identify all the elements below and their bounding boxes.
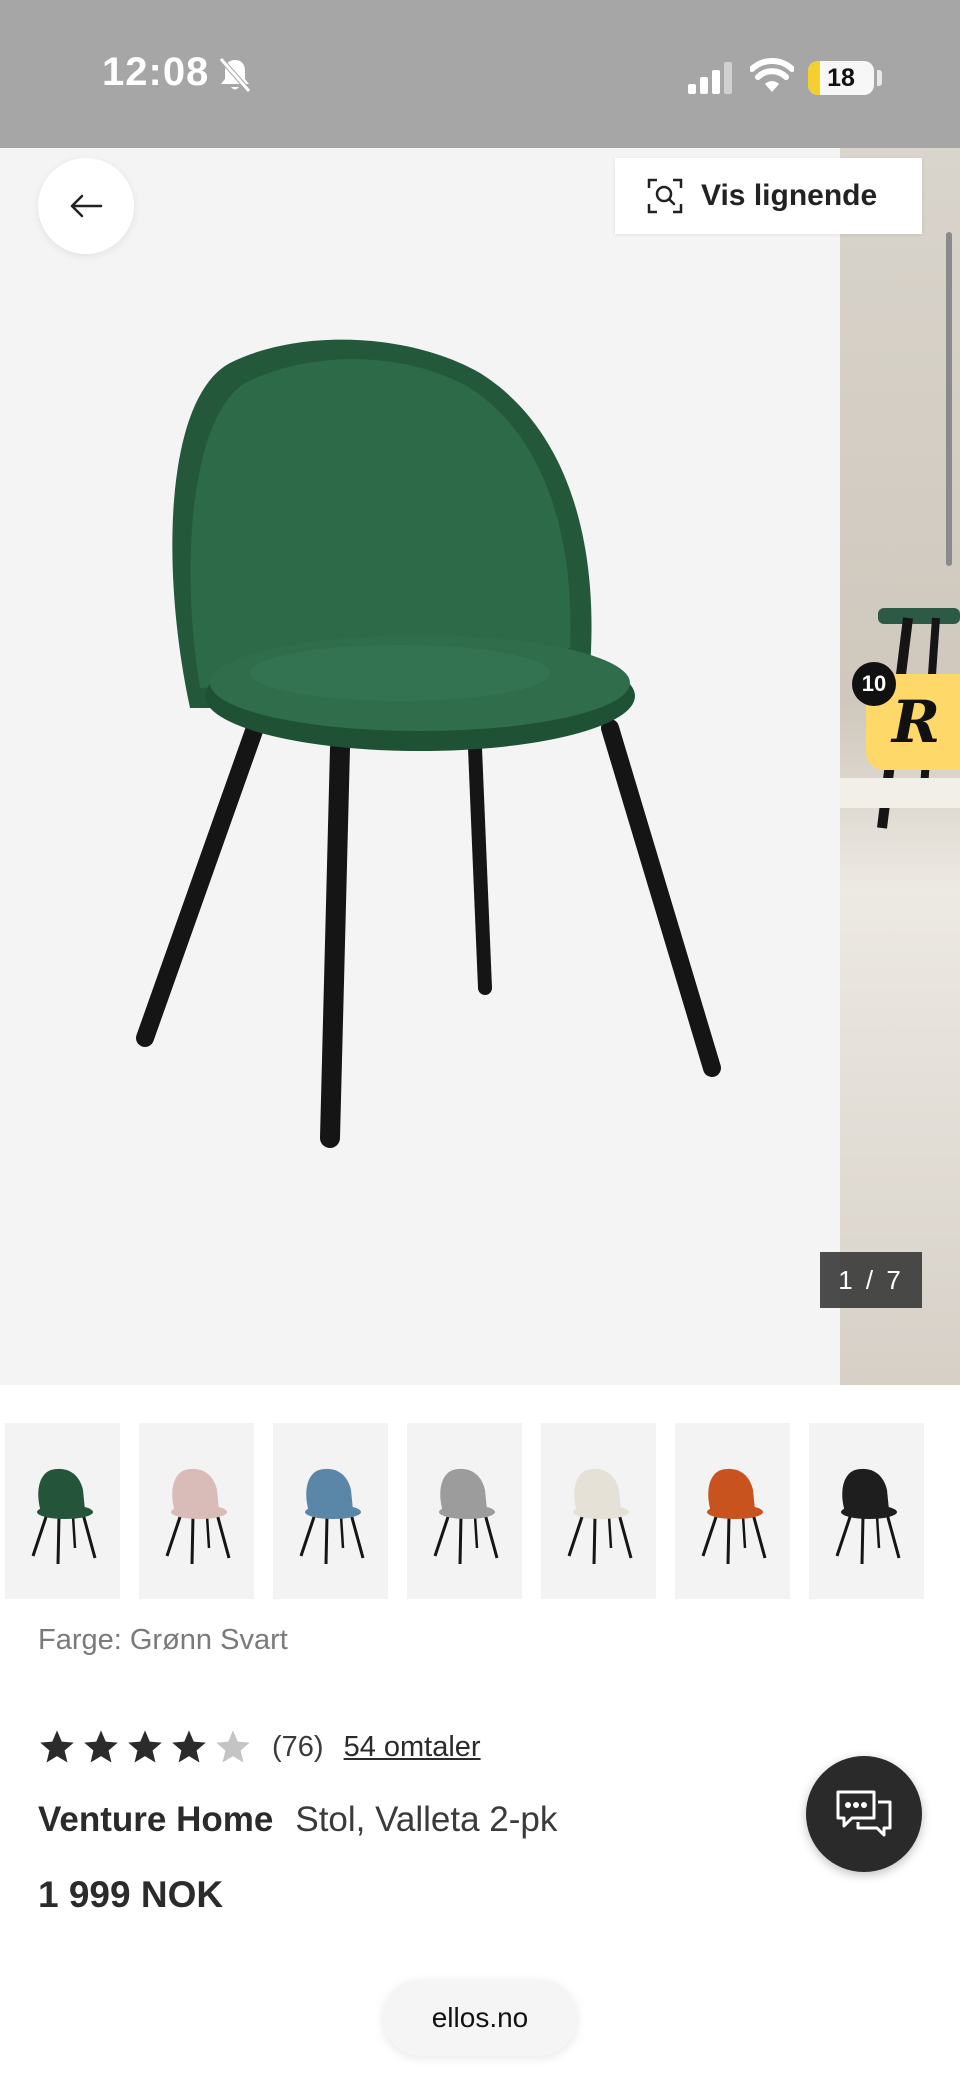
variant-thumbnail[interactable] bbox=[541, 1423, 656, 1599]
variant-thumbnail[interactable] bbox=[809, 1423, 924, 1599]
star-filled-icon bbox=[40, 1730, 74, 1763]
status-time: 12:08 bbox=[102, 50, 210, 94]
color-label: Farge: Grønn Svart bbox=[38, 1624, 288, 1656]
reviews-link[interactable]: 54 omtaler bbox=[344, 1731, 481, 1764]
variant-thumbnails bbox=[5, 1423, 960, 1599]
show-similar-label: Vis lignende bbox=[701, 179, 878, 212]
battery-cap bbox=[877, 70, 882, 86]
back-button[interactable] bbox=[38, 158, 134, 254]
product-main-image[interactable] bbox=[0, 148, 840, 1385]
battery-level: 18 bbox=[827, 64, 855, 92]
product-brand[interactable]: Venture Home bbox=[38, 1800, 273, 1840]
product-price: 1 999 NOK bbox=[38, 1874, 224, 1915]
variant-chair-image bbox=[835, 1468, 900, 1565]
visual-search-icon bbox=[647, 178, 683, 214]
chat-bubbles-icon bbox=[836, 1790, 892, 1837]
rating-stars bbox=[38, 1728, 252, 1766]
variant-chair-image bbox=[165, 1468, 230, 1565]
star-filled-icon bbox=[172, 1730, 206, 1763]
variant-chair-image bbox=[701, 1468, 766, 1565]
product-gallery[interactable]: Vis lignende R 10 1 / 7 bbox=[0, 148, 960, 1385]
variant-thumbnail[interactable] bbox=[273, 1423, 388, 1599]
variant-chair-image bbox=[299, 1468, 364, 1565]
variant-thumbnail[interactable] bbox=[5, 1423, 120, 1599]
battery-icon: 18 bbox=[808, 61, 874, 95]
product-title: Stol, Valleta 2-pk bbox=[295, 1800, 558, 1839]
variant-chair-image bbox=[31, 1468, 96, 1565]
image-pager: 1 / 7 bbox=[820, 1252, 922, 1308]
star-filled-icon bbox=[128, 1730, 162, 1763]
product-name: Venture Home Stol, Valleta 2-pk bbox=[38, 1800, 557, 1840]
chair-image bbox=[136, 339, 721, 1148]
star-filled-icon bbox=[84, 1730, 118, 1763]
variant-chair-image bbox=[567, 1468, 632, 1565]
scroll-indicator bbox=[946, 232, 952, 566]
reward-badge-count: 10 bbox=[852, 662, 896, 706]
reward-badge[interactable]: R 10 bbox=[852, 662, 960, 774]
variant-thumbnail[interactable] bbox=[675, 1423, 790, 1599]
variant-thumbnail[interactable] bbox=[407, 1423, 522, 1599]
rating-count: (76) bbox=[272, 1730, 324, 1763]
status-bar: 12:08 18 bbox=[0, 0, 960, 148]
browser-url-bar[interactable]: ellos.no bbox=[383, 1980, 577, 2056]
variant-chair-image bbox=[433, 1468, 498, 1565]
variant-thumbnail[interactable] bbox=[139, 1423, 254, 1599]
wifi-icon bbox=[750, 58, 794, 92]
bell-slash-icon bbox=[219, 57, 251, 93]
arrow-left-icon bbox=[70, 194, 103, 218]
rating-row: (76) 54 omtaler bbox=[38, 1722, 481, 1772]
chat-button[interactable] bbox=[806, 1756, 922, 1872]
star-empty-icon bbox=[216, 1730, 250, 1763]
signal-icon bbox=[688, 62, 732, 94]
show-similar-button[interactable]: Vis lignende bbox=[615, 158, 922, 234]
